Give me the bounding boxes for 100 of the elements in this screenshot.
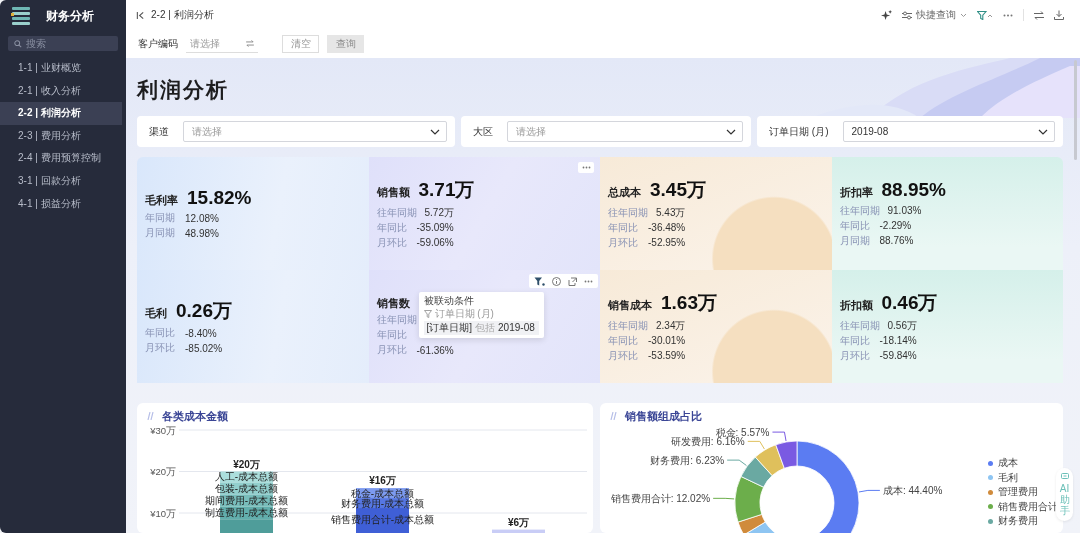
- kpi-row-label: 往年同期: [839, 203, 880, 218]
- chart-icon: [610, 412, 617, 420]
- legend-label: 毛利: [998, 470, 1018, 485]
- kpi-row-label: 年同比: [376, 220, 408, 235]
- swap-icon[interactable]: [1034, 10, 1044, 20]
- kpi-row-label: 往年同期: [376, 205, 417, 220]
- segment-label: 税金-成本总额: [350, 487, 415, 499]
- chevron-down-icon: [726, 128, 737, 135]
- search-field[interactable]: 搜索: [8, 36, 118, 51]
- nav-item[interactable]: 2-1 | 收入分析: [0, 79, 122, 103]
- kpi-row-value: -18.14%: [879, 335, 917, 346]
- kpi-row-value: -35.09%: [416, 222, 454, 233]
- legend-label: 财务费用: [998, 514, 1038, 529]
- kpi-row-label: 年同比: [608, 333, 639, 348]
- chart-title: 各类成本金额: [162, 408, 228, 424]
- condition-value: 2019-08: [498, 322, 535, 334]
- nav-item[interactable]: 1-1 | 业财概览: [0, 57, 122, 80]
- kpi-row-value: -52.95%: [648, 237, 686, 248]
- kpi-row-label: 年同比: [145, 326, 176, 340]
- tooltip-title: 被联动条件: [423, 295, 475, 307]
- slice-label: 销售费用合计: 12.02%: [610, 492, 711, 504]
- nav-item[interactable]: 2-4 | 费用预算控制: [0, 147, 122, 170]
- leader-line: [747, 440, 765, 450]
- kpi-title: 销售额: [376, 185, 410, 200]
- legend-item[interactable]: 成本: [988, 457, 1058, 470]
- more-icon[interactable]: [584, 279, 593, 283]
- kpi-row-value: 48.98%: [185, 227, 219, 239]
- chat-icon: [1060, 473, 1069, 480]
- leader-line: [712, 497, 735, 500]
- legend-item[interactable]: 财务费用: [988, 515, 1058, 528]
- kpi-value: 88.95%: [881, 179, 946, 201]
- bar-value-label: ¥20万: [233, 458, 260, 470]
- field-label: 客户编码: [138, 37, 178, 51]
- kpi-row-label: 往年同期: [608, 205, 648, 220]
- collapse-icon[interactable]: [136, 10, 145, 20]
- download-icon[interactable]: [1054, 10, 1064, 20]
- leader-line: [726, 459, 747, 466]
- kpi-row-label: 年同比: [839, 333, 871, 348]
- slice-label: 财务费用: 6.23%: [650, 454, 725, 466]
- kpi-row-value: -53.59%: [648, 350, 686, 361]
- filter-button[interactable]: [977, 10, 993, 20]
- filter-icon[interactable]: [534, 276, 545, 286]
- kpi-title: 毛利率: [145, 192, 178, 208]
- scrollbar-thumb[interactable]: [1074, 60, 1077, 160]
- kpi-row-label: 往年同期: [839, 318, 880, 333]
- leader-line: [858, 489, 881, 493]
- legend-item[interactable]: 管理费用: [988, 486, 1058, 499]
- nav-item[interactable]: 4-1 | 损益分析: [0, 192, 122, 216]
- kpi-row-label: 月环比: [145, 341, 176, 355]
- kpi-row-value: -61.36%: [416, 344, 454, 356]
- legend-item[interactable]: 毛利: [988, 471, 1058, 484]
- legend-label: 成本: [998, 456, 1018, 471]
- nav-item[interactable]: 2-3 | 费用分析: [0, 124, 122, 148]
- kpi-title: 折扣额: [839, 298, 873, 313]
- more-icon[interactable]: [1003, 13, 1013, 17]
- kpi-row-label: 月环比: [839, 348, 871, 363]
- kpi-value: 3.71万: [418, 178, 475, 202]
- sliders-icon: [902, 10, 912, 20]
- segment-label: 包装-成本总额: [214, 482, 279, 494]
- more-icon: [581, 166, 591, 169]
- kpi-row-label: 年同比: [608, 220, 639, 235]
- app-title: 财务分析: [46, 7, 94, 25]
- breadcrumb: 2-2 | 利润分析: [151, 8, 214, 22]
- export-icon[interactable]: [568, 276, 577, 286]
- kpi-value: 15.82%: [187, 186, 252, 209]
- logo-icon: [10, 5, 32, 27]
- chevron-down-icon: [1038, 128, 1048, 135]
- slice-label: 税金: 5.57%: [715, 426, 770, 438]
- kpi-row-value: -8.40%: [185, 327, 217, 339]
- filter-select[interactable]: 2019-08: [842, 121, 1055, 142]
- kpi-title: 折扣率: [839, 185, 873, 200]
- axis-label: ¥20万: [150, 466, 176, 477]
- funnel-icon: [423, 310, 432, 318]
- kpi-row-value: -36.48%: [648, 222, 686, 233]
- axis-label: ¥30万: [150, 424, 176, 436]
- filter-label: 渠道: [149, 124, 169, 139]
- kpi-row-value: 0.56万: [887, 318, 917, 333]
- kpi-row-label: 月环比: [608, 348, 639, 363]
- kpi-row-label: 月环比: [376, 235, 408, 250]
- caret-icon: [960, 12, 967, 18]
- kpi-row-value: -30.01%: [648, 335, 686, 346]
- sparkle-icon[interactable]: [881, 9, 892, 21]
- kpi-row-value: 2.34万: [656, 318, 686, 333]
- kpi-value: 0.26万: [176, 298, 232, 323]
- kpi-title: 销售成本: [608, 298, 652, 313]
- nav-item[interactable]: 2-2 | 利润分析: [0, 102, 122, 125]
- info-icon[interactable]: [552, 276, 561, 286]
- search-icon: [14, 40, 22, 48]
- kpi-title: 销售数: [376, 295, 410, 311]
- slice-label: 研发费用: 6.16%: [670, 435, 745, 447]
- condition-field: [订单日期]: [426, 322, 473, 334]
- kpi-row-value: 5.43万: [656, 205, 686, 220]
- kpi-row-value: -59.84%: [879, 350, 917, 361]
- nav-item[interactable]: 3-1 | 回款分析: [0, 169, 122, 193]
- chart-title: 销售额组成占比: [625, 408, 702, 424]
- quick-query-button[interactable]: 快捷查询: [902, 8, 967, 22]
- kpi-row-label: 月同期: [839, 233, 871, 248]
- chevron-down-icon: [430, 128, 441, 135]
- leader-line: [771, 431, 787, 442]
- kpi-row-value: 88.76%: [879, 235, 914, 246]
